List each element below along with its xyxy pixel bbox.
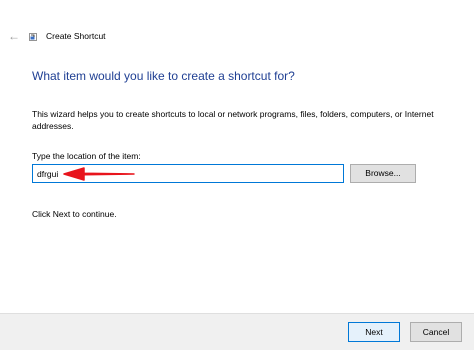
- cancel-button[interactable]: Cancel: [410, 322, 462, 342]
- window-title: Create Shortcut: [46, 31, 106, 41]
- footer-bar: [0, 313, 474, 350]
- red-arrow-annotation-icon: [63, 167, 135, 181]
- shortcut-wizard-icon: [29, 33, 37, 41]
- wizard-heading: What item would you like to create a sho…: [32, 69, 295, 83]
- back-arrow-icon[interactable]: ←: [8, 30, 20, 42]
- wizard-description: This wizard helps you to create shortcut…: [32, 109, 434, 131]
- next-button[interactable]: Next: [348, 322, 400, 342]
- browse-button[interactable]: Browse...: [350, 164, 416, 183]
- location-label: Type the location of the item:: [32, 151, 141, 161]
- title-bar: ← Create Shortcut: [0, 0, 474, 50]
- continue-instruction: Click Next to continue.: [32, 209, 117, 219]
